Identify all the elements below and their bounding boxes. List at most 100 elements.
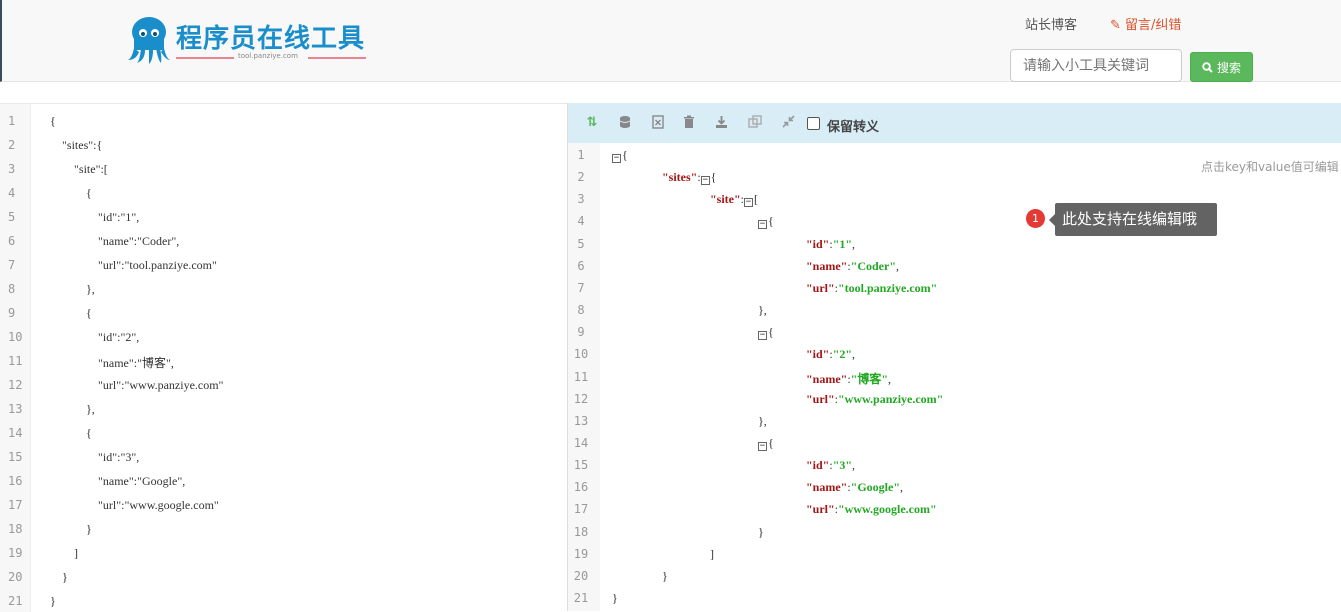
tree-row: "sites": −{	[662, 170, 717, 185]
site-header: 程序员在线工具 tool.panziye.com 站长博客 ✎ 留言/纠错 搜索	[0, 0, 1341, 82]
tooltip-badge: 1	[1026, 209, 1045, 228]
code-line[interactable]: }	[50, 594, 56, 609]
collapse-toggle-icon[interactable]: −	[758, 220, 767, 229]
collapse-toggle-icon[interactable]: −	[758, 331, 767, 340]
line-number: 2	[8, 138, 16, 152]
tree-key[interactable]: "url"	[806, 502, 835, 516]
edit-hint: 点击key和value值可编辑	[1201, 160, 1339, 174]
code-line[interactable]: "name":"博客",	[50, 354, 174, 371]
line-number: 8	[8, 282, 16, 296]
tree-row: "id":"1",	[806, 237, 856, 251]
search-button[interactable]: 搜索	[1190, 52, 1253, 82]
tree-value[interactable]: "3"	[833, 458, 852, 472]
nav-blog-link[interactable]: 站长博客	[1025, 14, 1077, 33]
code-line[interactable]: },	[50, 282, 95, 297]
viewer-line-number: 11	[573, 370, 589, 384]
tree-key[interactable]: "id"	[806, 237, 829, 251]
code-line[interactable]: "id":"3",	[50, 450, 139, 465]
line-number: 13	[8, 402, 23, 416]
download-icon[interactable]	[713, 115, 729, 131]
viewer-line-number: 7	[577, 281, 585, 295]
code-line[interactable]: {	[50, 306, 92, 321]
tree-row: }	[662, 569, 668, 583]
tree-row: ]	[710, 547, 714, 561]
line-number: 17	[8, 498, 23, 512]
code-line[interactable]: "name":"Coder",	[50, 234, 179, 249]
edit-tooltip: 此处支持在线编辑哦	[1049, 203, 1217, 236]
tree-value[interactable]: "Coder"	[851, 259, 896, 273]
keep-escape-label[interactable]: 保留转义	[827, 116, 879, 135]
code-line[interactable]: "url":"tool.panziye.com"	[50, 258, 217, 273]
tree-value[interactable]: "1"	[833, 237, 852, 251]
tree-value[interactable]: "www.panziye.com"	[838, 392, 943, 406]
keep-escape-checkbox[interactable]	[807, 117, 820, 130]
tree-row: −{	[758, 214, 774, 229]
tree-key[interactable]: "name"	[806, 372, 847, 386]
line-number: 20	[8, 570, 23, 584]
collapse-toggle-icon[interactable]: −	[744, 198, 753, 207]
code-line[interactable]: }	[50, 522, 92, 537]
tree-value[interactable]: "Google"	[851, 480, 900, 494]
collapse-toggle-icon[interactable]: −	[758, 442, 767, 451]
viewer-line-number: 3	[577, 192, 585, 206]
code-line[interactable]: "url":"www.google.com"	[50, 498, 219, 513]
tree-key[interactable]: "name"	[806, 259, 847, 273]
database-icon[interactable]	[617, 115, 633, 131]
tree-value[interactable]: "tool.panziye.com"	[838, 281, 937, 295]
tree-row: −{	[612, 148, 628, 163]
tree-key[interactable]: "id"	[806, 458, 829, 472]
code-line[interactable]: {	[50, 426, 92, 441]
code-line[interactable]: "id":"2",	[50, 330, 139, 345]
trash-icon[interactable]	[681, 115, 697, 131]
tree-key[interactable]: "url"	[806, 392, 835, 406]
collapse-toggle-icon[interactable]: −	[612, 154, 621, 163]
tree-key[interactable]: "site"	[710, 192, 741, 206]
code-line[interactable]: "sites":{	[50, 138, 102, 153]
code-line[interactable]: "site":[	[50, 162, 108, 177]
viewer-line-number: 5	[577, 237, 585, 251]
line-number: 21	[8, 594, 23, 608]
line-number: 11	[8, 354, 23, 368]
viewer-line-number: 10	[573, 347, 589, 361]
code-line[interactable]: ]	[50, 546, 78, 561]
line-number: 10	[8, 330, 23, 344]
tree-key[interactable]: "name"	[806, 480, 847, 494]
json-input-editor[interactable]: 1 {2 "sites":{3 "site":[4 {5 "id":"1", 6 "…	[0, 103, 567, 612]
copy-icon[interactable]	[747, 115, 763, 131]
code-line[interactable]: }	[50, 570, 68, 585]
tree-value[interactable]: "2"	[833, 347, 852, 361]
collapse-toggle-icon[interactable]: −	[700, 176, 710, 185]
excel-icon[interactable]	[650, 115, 666, 131]
line-number: 7	[8, 258, 16, 272]
viewer-line-number: 16	[573, 480, 589, 494]
octopus-logo-icon	[128, 17, 170, 64]
tree-row: },	[758, 303, 767, 317]
tree-key[interactable]: "url"	[806, 281, 835, 295]
logo[interactable]: 程序员在线工具 tool.panziye.com	[126, 14, 371, 66]
search-button-label: 搜索	[1216, 60, 1241, 75]
viewer-line-number: 9	[577, 325, 585, 339]
viewer-line-number: 13	[573, 414, 589, 428]
viewer-line-number: 12	[573, 392, 589, 406]
viewer-line-number: 1	[577, 148, 585, 162]
tree-key[interactable]: "sites"	[662, 170, 697, 184]
code-line[interactable]: {	[50, 186, 92, 201]
code-line[interactable]: "id":"1",	[50, 210, 139, 225]
tree-key[interactable]: "id"	[806, 347, 829, 361]
viewer-toolbar: ⇅	[568, 103, 1341, 143]
tree-row: }	[758, 525, 764, 539]
code-line[interactable]: "url":"www.panziye.com"	[50, 378, 223, 393]
compress-icon[interactable]	[780, 115, 796, 131]
line-number: 18	[8, 522, 23, 536]
edit-icon: ✎	[1110, 18, 1121, 33]
sort-icon[interactable]: ⇅	[584, 115, 600, 131]
code-line[interactable]: {	[50, 114, 56, 129]
tree-value[interactable]: "www.google.com"	[838, 502, 937, 516]
search-input[interactable]	[1010, 49, 1182, 82]
code-line[interactable]: },	[50, 402, 95, 417]
code-line[interactable]: "name":"Google",	[50, 474, 185, 489]
tree-row: "name":"Coder",	[806, 259, 899, 273]
line-number: 19	[8, 546, 23, 560]
nav-message-link[interactable]: ✎ 留言/纠错	[1110, 14, 1181, 33]
tree-value[interactable]: "博客"	[851, 372, 888, 386]
